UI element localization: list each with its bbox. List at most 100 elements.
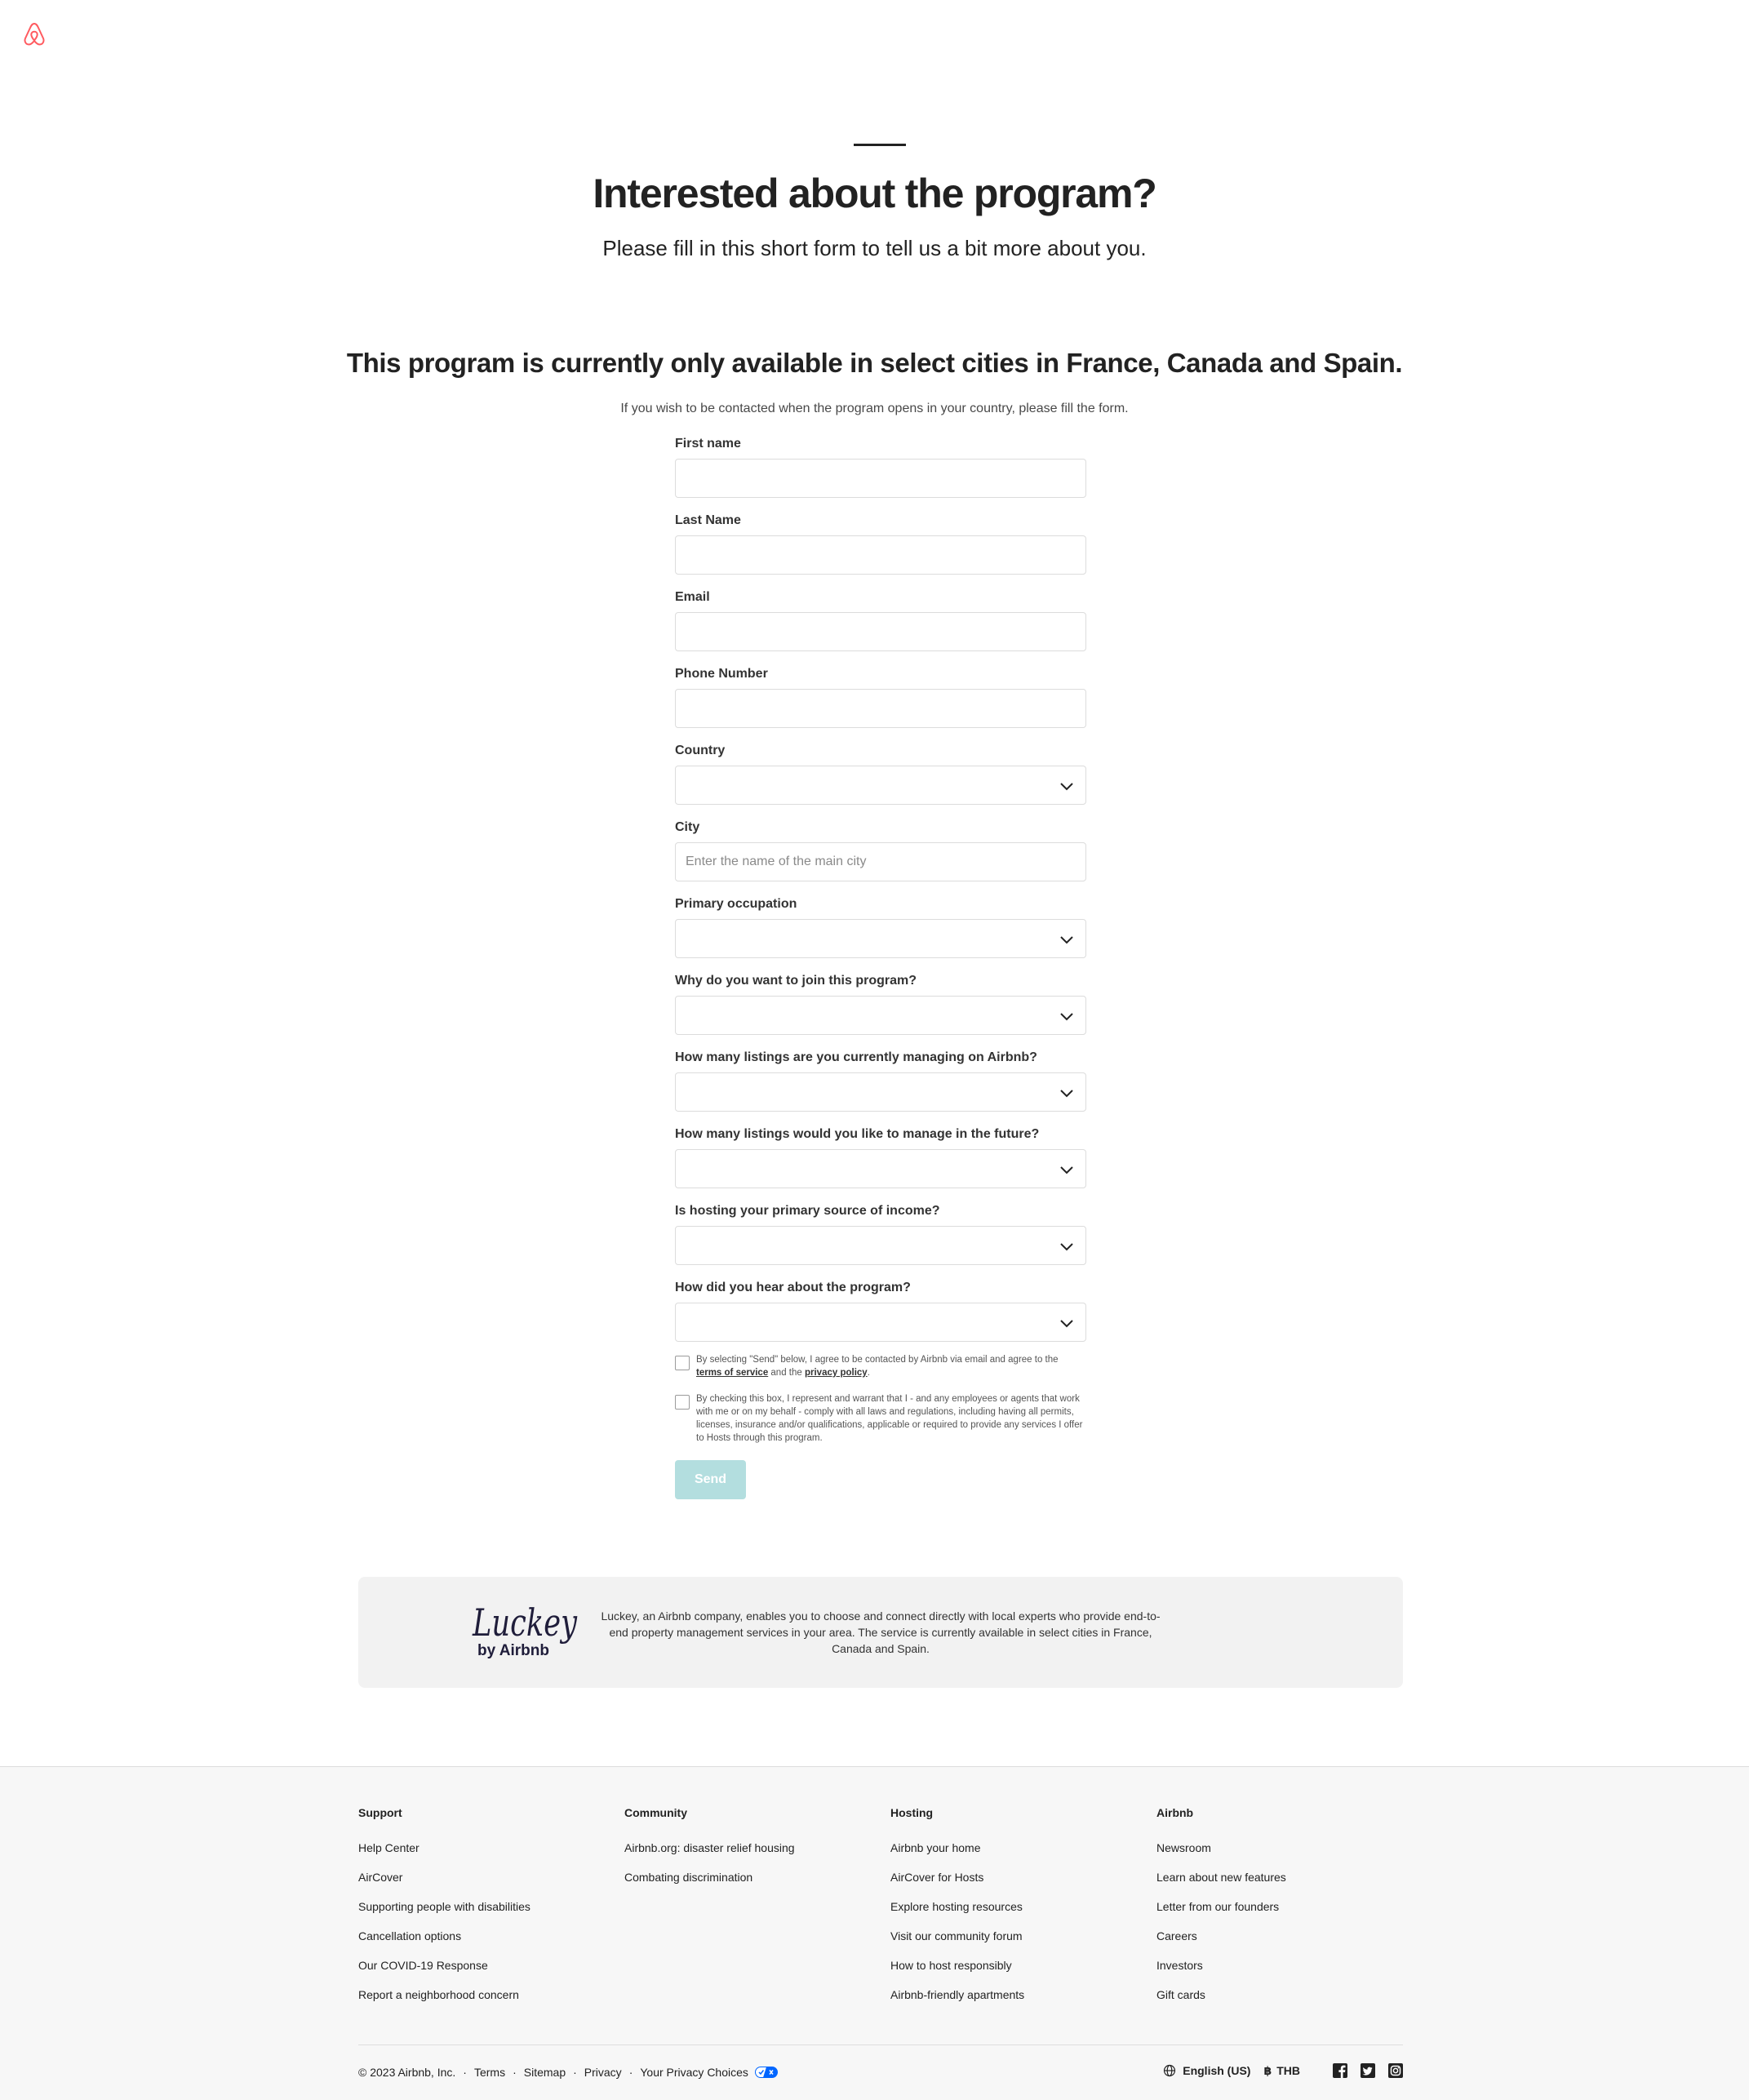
city-input[interactable]: Enter the name of the main city <box>675 842 1086 881</box>
footer-link[interactable]: Airbnb-friendly apartments <box>890 1987 1135 2003</box>
current-listings-field: How many listings are you currently mana… <box>675 1046 1086 1123</box>
page-subtitle: Please fill in this short form to tell u… <box>602 236 1147 260</box>
footer-link[interactable]: Cancellation options <box>358 1928 603 1944</box>
svg-text:Luckey: Luckey <box>472 1601 578 1645</box>
currency-symbol: ฿ <box>1263 2064 1272 2077</box>
footer-link[interactable]: Letter from our founders <box>1156 1898 1401 1915</box>
header-divider <box>854 144 906 146</box>
footer-link[interactable]: Visit our community forum <box>890 1928 1135 1944</box>
last-name-field: Last Name <box>675 509 1086 586</box>
consent-contact-text: By selecting "Send" below, I agree to be… <box>696 1355 1059 1378</box>
footer-link[interactable]: Airbnb.org: disaster relief housing <box>624 1840 869 1856</box>
income-source-field: Is hosting your primary source of income… <box>675 1200 1086 1276</box>
language-selector[interactable]: English (US) <box>1163 2062 1250 2079</box>
country-field: Country <box>675 739 1086 816</box>
footer-settings: English (US) ฿ THB <box>1150 2062 1403 2079</box>
income-source-select[interactable] <box>675 1226 1086 1265</box>
future-listings-field: How many listings would you like to mana… <box>675 1123 1086 1200</box>
interest-form: First name Last Name Email Phone Number … <box>675 433 1086 1353</box>
first-name-input[interactable] <box>675 459 1086 498</box>
footer-link[interactable]: Combating discrimination <box>624 1869 869 1885</box>
terms-of-service-link[interactable]: terms of service <box>696 1368 768 1378</box>
privacy-policy-link[interactable]: privacy policy <box>805 1368 868 1378</box>
first-name-field: First name <box>675 433 1086 509</box>
sitemap-link[interactable]: Sitemap <box>524 2064 566 2080</box>
footer-link[interactable]: Help Center <box>358 1840 603 1856</box>
luckey-description: Luckey, an Airbnb company, enables you t… <box>601 1609 1161 1655</box>
luckey-logo: Luckey by Airbnb <box>472 1601 578 1659</box>
footer-link[interactable]: Supporting people with disabilities <box>358 1898 603 1915</box>
copyright: © 2023 Airbnb, Inc. <box>358 2066 456 2079</box>
footer-link[interactable]: AirCover for Hosts <box>890 1869 1135 1885</box>
phone-number-label: Phone Number <box>675 667 768 681</box>
consent-compliance-checkbox[interactable] <box>675 1395 690 1410</box>
footer-link[interactable]: How to host responsibly <box>890 1957 1135 1973</box>
currency-selector[interactable]: ฿ THB <box>1263 2062 1300 2079</box>
consent-contact-checkbox[interactable] <box>675 1356 690 1370</box>
country-select[interactable] <box>675 766 1086 805</box>
footer-column-support: Support Help Center AirCover Supporting … <box>358 1805 603 2016</box>
footer-column-community: Community Airbnb.org: disaster relief ho… <box>624 1805 869 1898</box>
footer-link[interactable]: AirCover <box>358 1869 603 1885</box>
chevron-down-icon <box>1060 1013 1073 1021</box>
footer-column-airbnb: Airbnb Newsroom Learn about new features… <box>1156 1805 1401 2016</box>
chevron-down-icon <box>1060 1320 1073 1328</box>
join-reason-select[interactable] <box>675 996 1086 1035</box>
chevron-down-icon <box>1060 1166 1073 1174</box>
footer-legal: © 2023 Airbnb, Inc. · Terms · Sitemap · … <box>358 2064 778 2080</box>
city-field: City Enter the name of the main city <box>675 816 1086 893</box>
language-label: English (US) <box>1183 2064 1251 2077</box>
footer-link[interactable]: Learn about new features <box>1156 1869 1401 1885</box>
email-input[interactable] <box>675 612 1086 651</box>
last-name-input[interactable] <box>675 535 1086 575</box>
future-listings-select[interactable] <box>675 1149 1086 1188</box>
consent-contact: By selecting "Send" below, I agree to be… <box>675 1353 1086 1379</box>
footer-link[interactable]: Our COVID-19 Response <box>358 1957 603 1973</box>
chevron-down-icon <box>1060 936 1073 944</box>
income-source-label: Is hosting your primary source of income… <box>675 1204 940 1218</box>
email-label: Email <box>675 590 710 604</box>
instagram-icon[interactable] <box>1388 2063 1403 2078</box>
luckey-panel: Luckey by Airbnb Luckey, an Airbnb compa… <box>358 1577 1403 1688</box>
terms-link[interactable]: Terms <box>474 2064 505 2080</box>
primary-occupation-select[interactable] <box>675 919 1086 958</box>
current-listings-select[interactable] <box>675 1072 1086 1112</box>
footer-link[interactable]: Explore hosting resources <box>890 1898 1135 1915</box>
separator-dot: · <box>513 2066 517 2079</box>
future-listings-label: How many listings would you like to mana… <box>675 1127 1040 1141</box>
footer-column-title: Community <box>624 1806 687 1819</box>
facebook-icon[interactable] <box>1333 2063 1347 2078</box>
separator-dot: · <box>573 2066 577 2079</box>
current-listings-label: How many listings are you currently mana… <box>675 1050 1037 1064</box>
send-button[interactable]: Send <box>675 1460 746 1499</box>
footer-link[interactable]: Investors <box>1156 1957 1401 1973</box>
first-name-label: First name <box>675 437 741 451</box>
city-label: City <box>675 820 700 834</box>
country-label: Country <box>675 744 726 757</box>
footer-link[interactable]: Careers <box>1156 1928 1401 1944</box>
consent-compliance-text: By checking this box, I represent and wa… <box>696 1394 1083 1443</box>
heard-about-field: How did you hear about the program? <box>675 1276 1086 1353</box>
footer-link[interactable]: Gift cards <box>1156 1987 1401 2003</box>
separator-dot: · <box>628 2066 633 2079</box>
privacy-link[interactable]: Privacy <box>584 2064 622 2080</box>
footer-link[interactable]: Report a neighborhood concern <box>358 1987 603 2003</box>
currency-label: THB <box>1276 2064 1300 2077</box>
email-field: Email <box>675 586 1086 663</box>
footer-column-title: Airbnb <box>1156 1806 1194 1819</box>
privacy-choices-link[interactable]: Your Privacy Choices <box>640 2064 748 2080</box>
phone-number-input[interactable] <box>675 689 1086 728</box>
footer: Support Help Center AirCover Supporting … <box>0 1766 1749 2100</box>
footer-column-title: Hosting <box>890 1806 934 1819</box>
footer-link[interactable]: Newsroom <box>1156 1840 1401 1856</box>
availability-heading: This program is currently only available… <box>346 348 1403 378</box>
twitter-icon[interactable] <box>1361 2063 1375 2078</box>
primary-occupation-field: Primary occupation <box>675 893 1086 970</box>
page-title: Interested about the program? <box>593 171 1156 216</box>
primary-occupation-label: Primary occupation <box>675 897 797 911</box>
svg-text:by Airbnb: by Airbnb <box>477 1642 549 1659</box>
separator-dot: · <box>463 2066 467 2079</box>
heard-about-select[interactable] <box>675 1303 1086 1342</box>
footer-link[interactable]: Airbnb your home <box>890 1840 1135 1856</box>
airbnb-logo-icon[interactable] <box>21 21 47 47</box>
